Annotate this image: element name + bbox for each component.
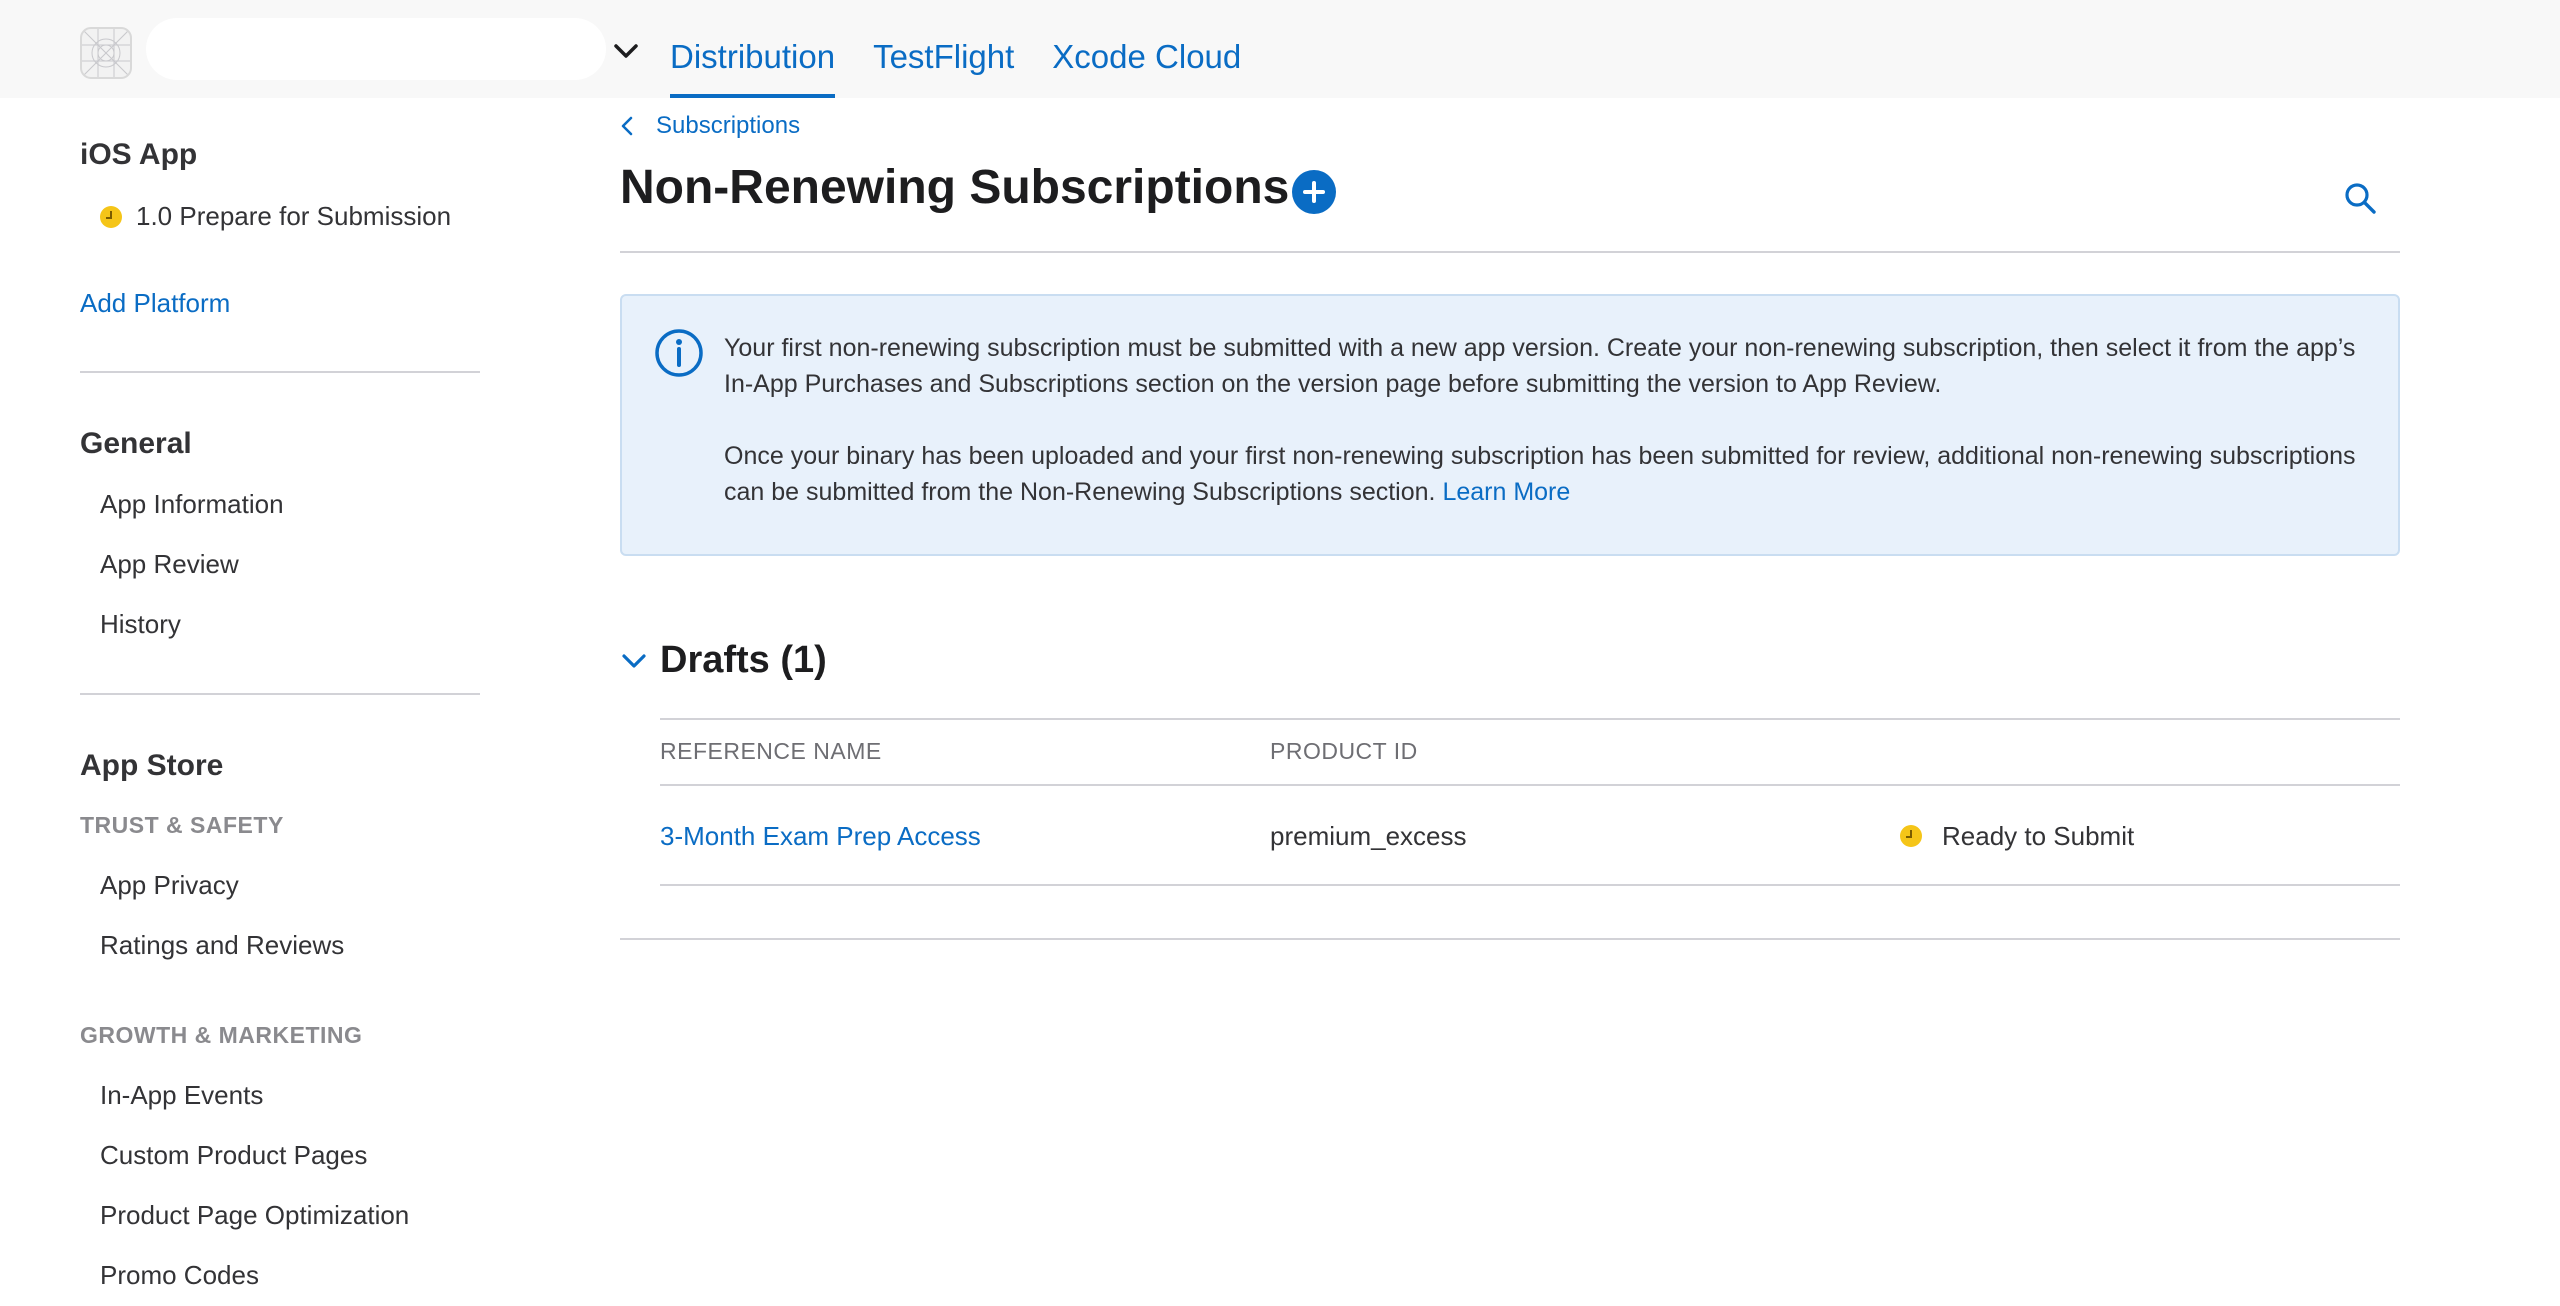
chevron-down-icon[interactable] xyxy=(620,650,648,672)
status-cell: Ready to Submit xyxy=(1900,786,2134,886)
learn-more-link[interactable]: Learn More xyxy=(1442,478,1570,506)
plus-icon[interactable] xyxy=(1292,170,1336,214)
info-paragraph: Once your binary has been uploaded and y… xyxy=(724,438,2364,510)
drafts-heading: Drafts (1) xyxy=(660,639,827,681)
clock-icon xyxy=(1900,825,1922,847)
sidebar-item-custom-product-pages[interactable]: Custom Product Pages xyxy=(100,1140,367,1171)
clock-icon xyxy=(100,205,122,228)
app-icon[interactable] xyxy=(80,27,132,79)
chevron-down-icon[interactable] xyxy=(612,40,640,62)
sidebar-item-ratings-reviews[interactable]: Ratings and Reviews xyxy=(100,930,344,961)
top-bar: Distribution TestFlight Xcode Cloud xyxy=(0,0,2560,98)
sidebar-item-in-app-events[interactable]: In-App Events xyxy=(100,1080,263,1111)
divider xyxy=(80,371,480,373)
sidebar: iOS App 1.0 Prepare for Submission Add P… xyxy=(80,98,480,1306)
divider xyxy=(620,938,2400,940)
sidebar-item-app-privacy[interactable]: App Privacy xyxy=(100,870,239,901)
sidebar-item-history[interactable]: History xyxy=(100,609,181,640)
info-text: Your first non-renewing subscription mus… xyxy=(724,330,2364,510)
general-heading: General xyxy=(80,427,192,460)
divider xyxy=(660,884,2400,886)
tab-xcode-cloud[interactable]: Xcode Cloud xyxy=(1052,0,1241,98)
breadcrumb[interactable]: Subscriptions xyxy=(620,112,800,140)
status-label: Ready to Submit xyxy=(1942,820,2135,851)
trust-safety-caption: TRUST & SAFETY xyxy=(80,812,284,838)
page-title: Non-Renewing Subscriptions xyxy=(620,161,1290,214)
tab-distribution[interactable]: Distribution xyxy=(670,0,836,98)
info-banner: Your first non-renewing subscription mus… xyxy=(620,294,2400,556)
version-label: 1.0 Prepare for Submission xyxy=(136,201,452,231)
sidebar-item-app-information[interactable]: App Information xyxy=(100,489,284,520)
column-header-reference-name: REFERENCE NAME xyxy=(660,738,882,764)
add-platform-link[interactable]: Add Platform xyxy=(80,288,230,319)
column-header-product-id: PRODUCT ID xyxy=(1270,738,1418,764)
tab-testflight[interactable]: TestFlight xyxy=(873,0,1014,98)
reference-name-link[interactable]: 3-Month Exam Prep Access xyxy=(660,786,981,886)
sidebar-item-promo-codes[interactable]: Promo Codes xyxy=(100,1260,259,1291)
platform-title: iOS App xyxy=(80,138,198,171)
sidebar-item-version[interactable]: 1.0 Prepare for Submission xyxy=(100,201,451,232)
growth-marketing-caption: GROWTH & MARKETING xyxy=(80,1022,363,1048)
top-tabs: Distribution TestFlight Xcode Cloud xyxy=(670,0,1279,98)
sidebar-item-app-review[interactable]: App Review xyxy=(100,549,239,580)
chevron-left-icon xyxy=(621,116,633,136)
app-selector[interactable] xyxy=(146,18,606,80)
breadcrumb-label: Subscriptions xyxy=(656,112,801,139)
divider xyxy=(620,251,2400,253)
divider xyxy=(80,693,480,695)
sidebar-item-product-page-optimization[interactable]: Product Page Optimization xyxy=(100,1200,409,1231)
divider xyxy=(660,718,2400,720)
info-icon xyxy=(655,329,703,377)
info-paragraph: Your first non-renewing subscription mus… xyxy=(724,334,2356,398)
app-store-heading: App Store xyxy=(80,749,224,782)
product-id-cell: premium_excess xyxy=(1270,821,1467,851)
search-icon[interactable] xyxy=(2342,180,2378,216)
